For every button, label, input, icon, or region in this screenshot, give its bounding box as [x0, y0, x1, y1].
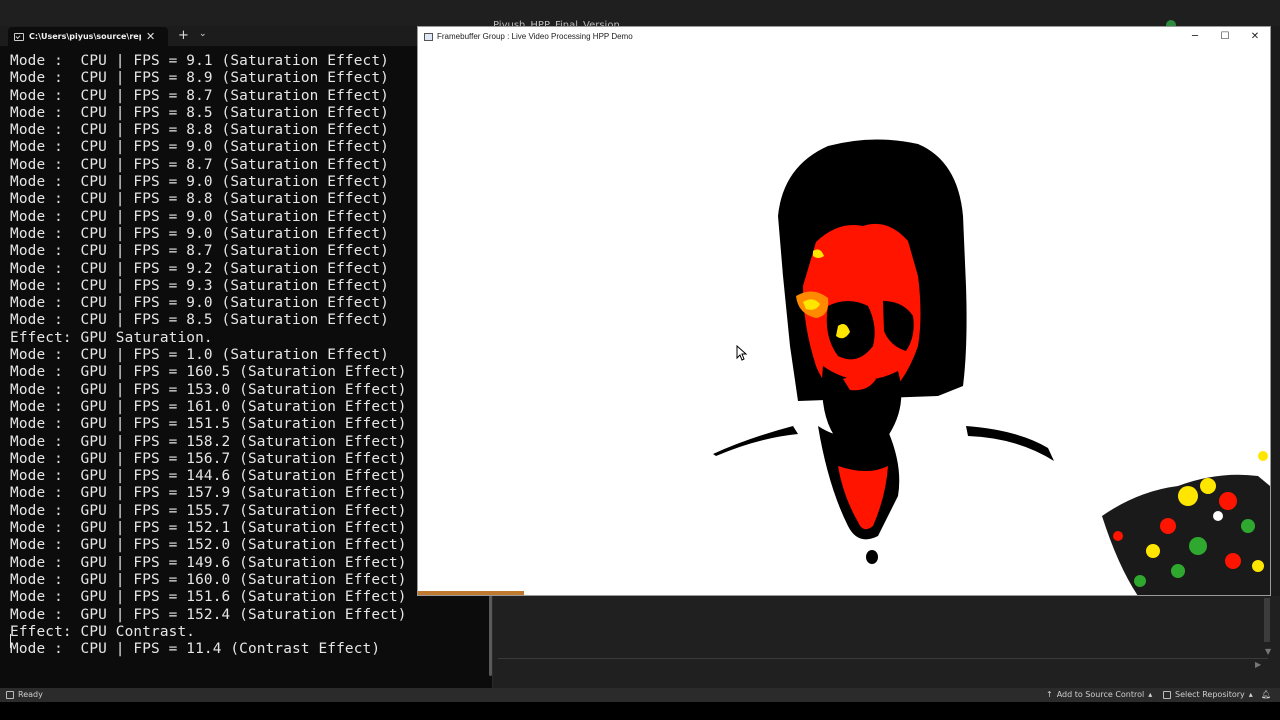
framebuffer-window-title: Framebuffer Group : Live Video Processin… [437, 32, 633, 41]
terminal-tab-title: C:\Users\piyus\source\repos\ [29, 32, 141, 41]
terminal-line: Mode : CPU | FPS = 9.2 (Saturation Effec… [10, 260, 389, 277]
terminal-line: Mode : GPU | FPS = 151.6 (Saturation Eff… [10, 589, 407, 606]
terminal-line: Effect: GPU Saturation. [10, 329, 213, 346]
chevron-down-icon[interactable]: ⌄ [199, 29, 207, 39]
terminal-output[interactable]: Mode : CPU | FPS = 9.1 (Saturation Effec… [10, 53, 480, 658]
arrow-up-icon: ↑ [1046, 690, 1053, 699]
terminal-line: Mode : CPU | FPS = 9.0 (Saturation Effec… [10, 295, 389, 312]
terminal-line: Mode : GPU | FPS = 152.1 (Saturation Eff… [10, 520, 407, 537]
ide-output-pane [490, 596, 1280, 688]
scroll-right-icon[interactable]: ▶ [1255, 660, 1261, 669]
terminal-line: Mode : CPU | FPS = 9.0 (Saturation Effec… [10, 208, 389, 225]
video-frame [418, 46, 1270, 595]
terminal-line: Mode : CPU | FPS = 9.1 (Saturation Effec… [10, 53, 389, 69]
terminal-line: Mode : GPU | FPS = 152.4 (Saturation Eff… [10, 606, 407, 623]
terminal-line: Mode : GPU | FPS = 149.6 (Saturation Eff… [10, 554, 407, 571]
terminal-line: Mode : GPU | FPS = 152.0 (Saturation Eff… [10, 537, 407, 554]
terminal-line: Mode : GPU | FPS = 155.7 (Saturation Eff… [10, 502, 407, 519]
terminal-scrollbar[interactable] [489, 586, 492, 676]
mouse-pointer-icon [736, 345, 748, 361]
terminal-line: Mode : GPU | FPS = 144.6 (Saturation Eff… [10, 468, 407, 485]
terminal-line: Mode : GPU | FPS = 156.7 (Saturation Eff… [10, 450, 407, 467]
status-icon [6, 690, 14, 699]
processed-video-image [418, 139, 1270, 595]
repository-icon [1163, 690, 1171, 699]
status-ready: Ready [6, 690, 43, 699]
terminal-line: Mode : GPU | FPS = 158.2 (Saturation Eff… [10, 433, 407, 450]
notification-bell-icon[interactable]: 🔔︎ [1261, 690, 1271, 699]
status-ready-label: Ready [18, 690, 43, 699]
close-icon[interactable]: ✕ [1240, 29, 1270, 44]
add-to-source-control-label: Add to Source Control [1056, 690, 1145, 699]
select-repository-label: Select Repository [1175, 690, 1245, 699]
terminal-line: Effect: CPU Contrast. [10, 623, 196, 640]
terminal-line: Mode : CPU | FPS = 8.7 (Saturation Effec… [10, 243, 389, 260]
terminal-line: Mode : GPU | FPS = 160.5 (Saturation Eff… [10, 364, 407, 381]
terminal-line: Mode : GPU | FPS = 160.0 (Saturation Eff… [10, 571, 407, 588]
terminal-line: Mode : CPU | FPS = 8.5 (Saturation Effec… [10, 104, 389, 121]
select-repository-button[interactable]: Select Repository ▴ [1163, 690, 1253, 699]
terminal-line: Mode : CPU | FPS = 9.0 (Saturation Effec… [10, 139, 389, 156]
chevron-up-icon: ▴ [1148, 690, 1153, 699]
terminal-line: Mode : GPU | FPS = 151.5 (Saturation Eff… [10, 416, 407, 433]
chevron-up-icon: ▴ [1248, 690, 1253, 699]
ide-background-titlebar [0, 0, 1280, 26]
terminal-line: Mode : CPU | FPS = 1.0 (Saturation Effec… [10, 347, 389, 364]
window-app-icon [424, 32, 433, 41]
terminal-line: Mode : CPU | FPS = 8.9 (Saturation Effec… [10, 70, 389, 87]
terminal-line: Mode : CPU | FPS = 8.7 (Saturation Effec… [10, 87, 389, 104]
terminal-line: Mode : CPU | FPS = 11.4 (Contrast Effect… [10, 641, 381, 658]
text-cursor [10, 634, 11, 648]
plus-icon[interactable]: + [178, 28, 189, 43]
close-icon[interactable]: ✕ [146, 30, 155, 43]
scroll-down-icon[interactable]: ▼ [1265, 647, 1271, 656]
framebuffer-window: Framebuffer Group : Live Video Processin… [417, 26, 1271, 596]
ide-pane-divider [498, 658, 1268, 659]
ide-statusbar: Ready ↑ Add to Source Control ▴ Select R… [0, 688, 1280, 702]
screen-bottom-strip [0, 702, 1280, 720]
maximize-icon[interactable]: ☐ [1210, 29, 1240, 44]
ide-pane-scrollbar[interactable] [1264, 598, 1270, 642]
terminal-line: Mode : CPU | FPS = 9.3 (Saturation Effec… [10, 277, 389, 294]
terminal-line: Mode : CPU | FPS = 9.0 (Saturation Effec… [10, 225, 389, 242]
terminal-line: Mode : CPU | FPS = 8.7 (Saturation Effec… [10, 156, 389, 173]
terminal-line: Mode : CPU | FPS = 8.8 (Saturation Effec… [10, 122, 389, 139]
terminal-line: Mode : CPU | FPS = 9.0 (Saturation Effec… [10, 174, 389, 191]
terminal-line: Mode : CPU | FPS = 8.5 (Saturation Effec… [10, 312, 389, 329]
ide-side-strip [1270, 26, 1280, 688]
terminal-line: Mode : CPU | FPS = 8.8 (Saturation Effec… [10, 191, 389, 208]
terminal-line: Mode : GPU | FPS = 161.0 (Saturation Eff… [10, 398, 407, 415]
terminal-line: Mode : GPU | FPS = 153.0 (Saturation Eff… [10, 381, 407, 398]
framebuffer-titlebar[interactable]: Framebuffer Group : Live Video Processin… [418, 27, 1270, 46]
minimize-icon[interactable]: ─ [1180, 29, 1210, 44]
add-to-source-control-button[interactable]: ↑ Add to Source Control ▴ [1046, 690, 1152, 699]
terminal-line: Mode : GPU | FPS = 157.9 (Saturation Eff… [10, 485, 407, 502]
terminal-icon [14, 32, 24, 41]
terminal-tab[interactable]: C:\Users\piyus\source\repos\ ✕ [8, 27, 168, 46]
